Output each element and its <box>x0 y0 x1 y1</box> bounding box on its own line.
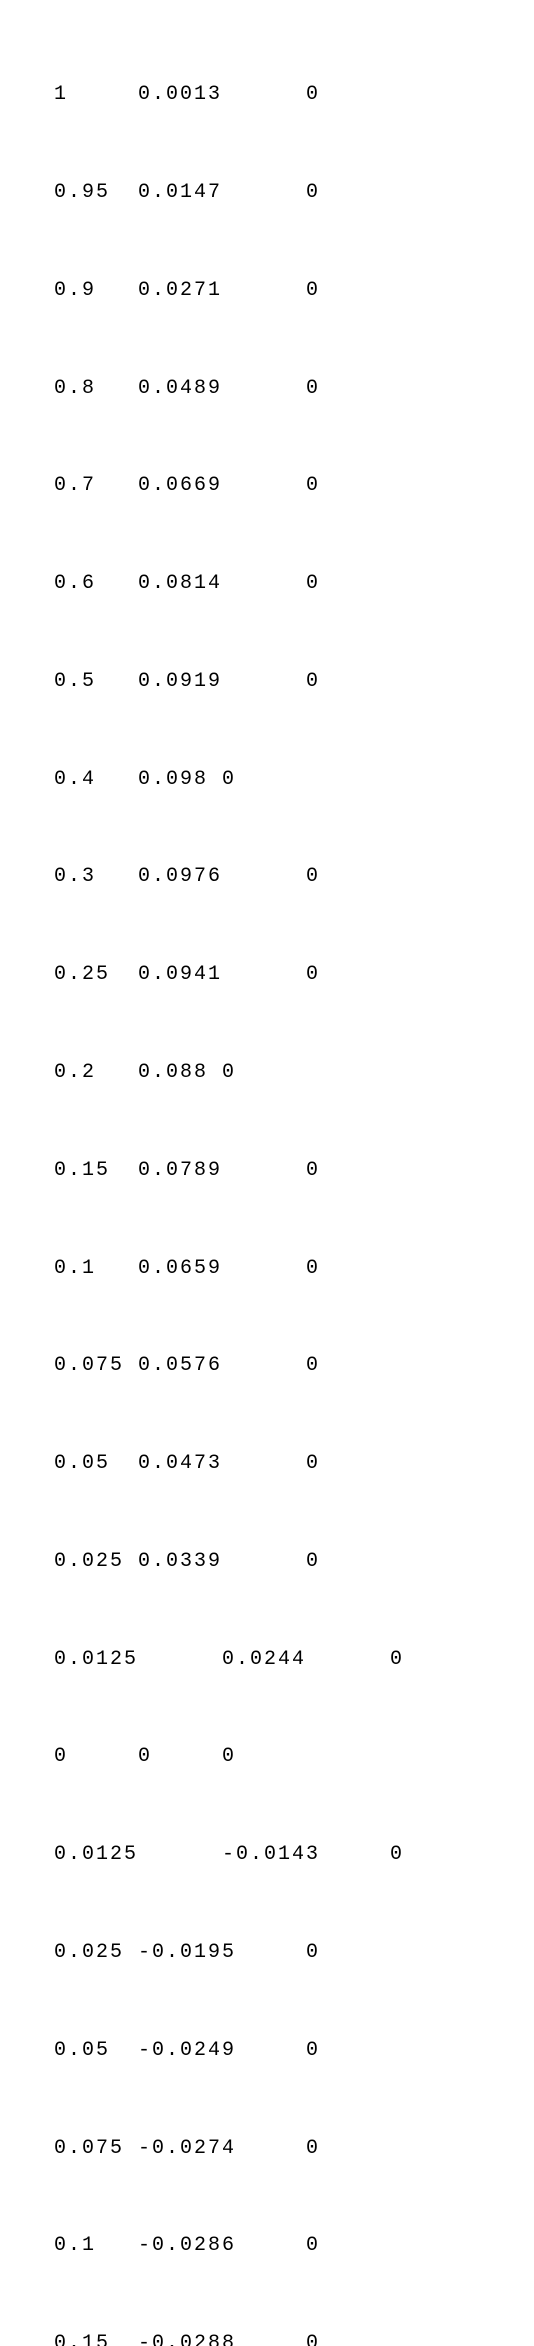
data-row: 0.05 0.0473 0 <box>54 1448 534 1481</box>
data-row: 0.1 -0.0286 0 <box>54 2230 534 2263</box>
data-row: 0.075 -0.0274 0 <box>54 2133 534 2166</box>
data-row: 0.15 -0.0288 0 <box>54 2328 534 2346</box>
data-row: 0.3 0.0976 0 <box>54 861 534 894</box>
data-table: 1 0.0013 0 0.95 0.0147 0 0.9 0.0271 0 0.… <box>0 0 534 2346</box>
data-row: 1 0.0013 0 <box>54 79 534 112</box>
data-row: 0.95 0.0147 0 <box>54 177 534 210</box>
data-row: 0.25 0.0941 0 <box>54 959 534 992</box>
data-row: 0.15 0.0789 0 <box>54 1155 534 1188</box>
data-row: 0.5 0.0919 0 <box>54 666 534 699</box>
data-row: 0 0 0 <box>54 1741 534 1774</box>
data-row: 0.6 0.0814 0 <box>54 568 534 601</box>
data-row: 0.05 -0.0249 0 <box>54 2035 534 2068</box>
data-row: 0.0125 -0.0143 0 <box>54 1839 534 1872</box>
data-row: 0.8 0.0489 0 <box>54 373 534 406</box>
data-row: 0.025 -0.0195 0 <box>54 1937 534 1970</box>
data-row: 0.7 0.0669 0 <box>54 470 534 503</box>
data-row: 0.2 0.088 0 <box>54 1057 534 1090</box>
data-row: 0.0125 0.0244 0 <box>54 1644 534 1677</box>
data-row: 0.9 0.0271 0 <box>54 275 534 308</box>
data-row: 0.025 0.0339 0 <box>54 1546 534 1579</box>
data-row: 0.1 0.0659 0 <box>54 1253 534 1286</box>
data-row: 0.075 0.0576 0 <box>54 1350 534 1383</box>
data-row: 0.4 0.098 0 <box>54 764 534 797</box>
